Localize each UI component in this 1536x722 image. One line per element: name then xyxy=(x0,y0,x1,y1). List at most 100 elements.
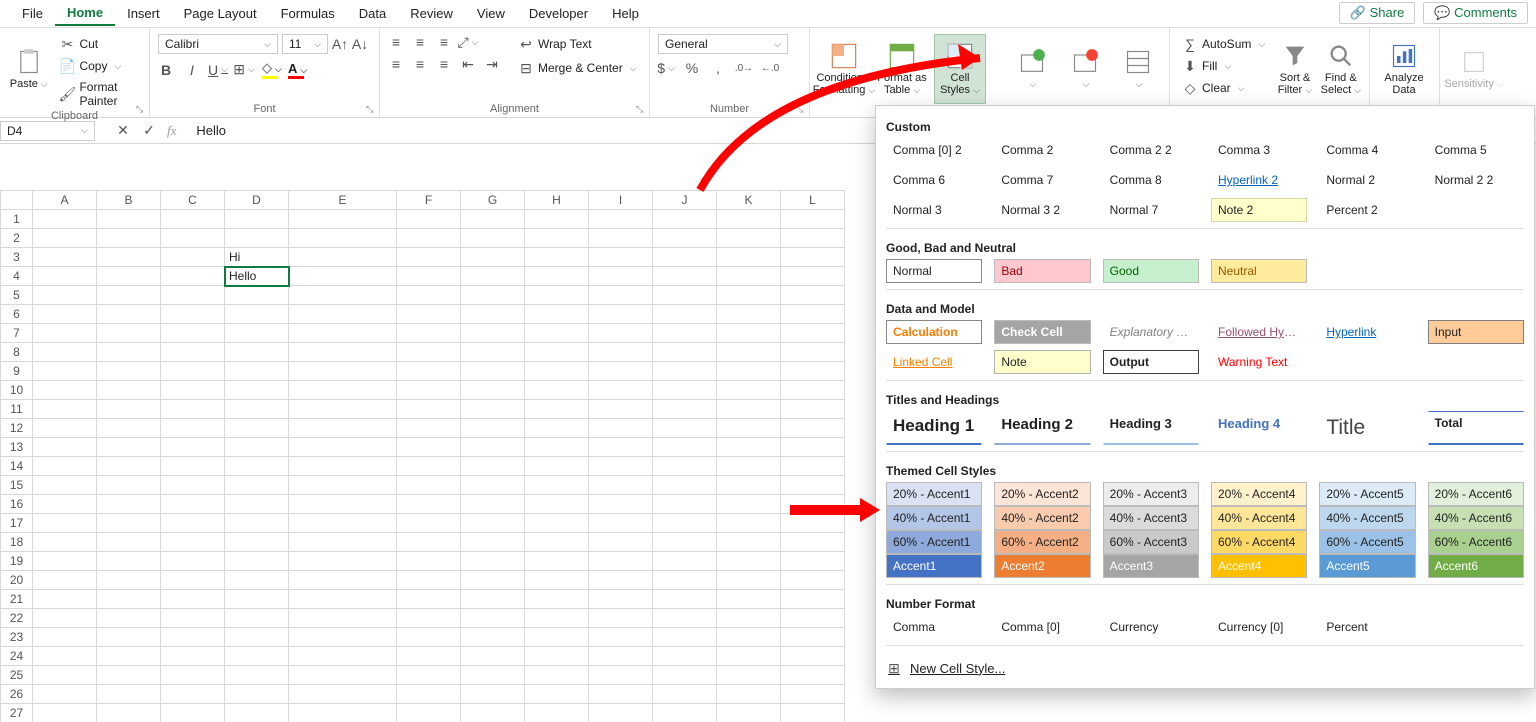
cell-A17[interactable] xyxy=(33,514,97,533)
cell-F11[interactable] xyxy=(397,400,461,419)
style-option[interactable]: Comma [0] xyxy=(994,615,1090,639)
row-header[interactable]: 9 xyxy=(1,362,33,381)
cell-L10[interactable] xyxy=(781,381,845,400)
row-header[interactable]: 6 xyxy=(1,305,33,324)
cell-E1[interactable] xyxy=(289,210,397,229)
cell-L9[interactable] xyxy=(781,362,845,381)
style-option[interactable]: 60% - Accent2 xyxy=(994,530,1090,554)
cell-G23[interactable] xyxy=(461,628,525,647)
percent-icon[interactable]: % xyxy=(684,60,700,76)
cell-H23[interactable] xyxy=(525,628,589,647)
cell-C12[interactable] xyxy=(161,419,225,438)
cell-D22[interactable] xyxy=(225,609,289,628)
style-option[interactable]: Normal 7 xyxy=(1103,198,1199,222)
fill-color-button[interactable]: ◇ xyxy=(262,60,278,79)
cell-A21[interactable] xyxy=(33,590,97,609)
cell-D11[interactable] xyxy=(225,400,289,419)
cell-C23[interactable] xyxy=(161,628,225,647)
row-header[interactable]: 3 xyxy=(1,248,33,267)
cell-A25[interactable] xyxy=(33,666,97,685)
cell-B27[interactable] xyxy=(97,704,161,722)
cell-H2[interactable] xyxy=(525,229,589,248)
cell-I1[interactable] xyxy=(589,210,653,229)
cell-G10[interactable] xyxy=(461,381,525,400)
style-option[interactable]: Hyperlink 2 xyxy=(1211,168,1307,192)
style-option[interactable]: Normal 3 xyxy=(886,198,982,222)
cell-G25[interactable] xyxy=(461,666,525,685)
cell-C4[interactable] xyxy=(161,267,225,286)
style-option[interactable]: Title xyxy=(1319,411,1415,445)
cell-G6[interactable] xyxy=(461,305,525,324)
cell-G7[interactable] xyxy=(461,324,525,343)
cell-L12[interactable] xyxy=(781,419,845,438)
format-as-table-button[interactable]: Format as Table xyxy=(876,34,928,104)
cell-L8[interactable] xyxy=(781,343,845,362)
cell-J26[interactable] xyxy=(653,685,717,704)
col-header[interactable]: B xyxy=(97,191,161,210)
cell-L25[interactable] xyxy=(781,666,845,685)
row-header[interactable]: 25 xyxy=(1,666,33,685)
cell-F20[interactable] xyxy=(397,571,461,590)
row-header[interactable]: 23 xyxy=(1,628,33,647)
formula-input[interactable] xyxy=(196,123,596,138)
cell-F19[interactable] xyxy=(397,552,461,571)
cell-K15[interactable] xyxy=(717,476,781,495)
cell-F23[interactable] xyxy=(397,628,461,647)
cell-J6[interactable] xyxy=(653,305,717,324)
cell-K4[interactable] xyxy=(717,267,781,286)
cell-K19[interactable] xyxy=(717,552,781,571)
style-option[interactable]: Linked Cell xyxy=(886,350,982,374)
col-header[interactable]: D xyxy=(225,191,289,210)
format-button[interactable] xyxy=(1114,34,1161,104)
style-option[interactable]: Comma 3 xyxy=(1211,138,1307,162)
bold-button[interactable]: B xyxy=(158,62,174,78)
align-middle-icon[interactable]: ≡ xyxy=(412,34,428,50)
cell-B11[interactable] xyxy=(97,400,161,419)
cell-K27[interactable] xyxy=(717,704,781,722)
cell-A19[interactable] xyxy=(33,552,97,571)
cell-J17[interactable] xyxy=(653,514,717,533)
font-size-select[interactable]: 11 xyxy=(282,34,328,54)
style-option[interactable]: 20% - Accent2 xyxy=(994,482,1090,506)
cell-B1[interactable] xyxy=(97,210,161,229)
style-option[interactable]: Neutral xyxy=(1211,259,1307,283)
cell-B10[interactable] xyxy=(97,381,161,400)
cell-E4[interactable] xyxy=(289,267,397,286)
cell-H20[interactable] xyxy=(525,571,589,590)
cell-H17[interactable] xyxy=(525,514,589,533)
cell-E26[interactable] xyxy=(289,685,397,704)
cell-H16[interactable] xyxy=(525,495,589,514)
style-option[interactable]: Heading 1 xyxy=(886,411,982,445)
cell-H8[interactable] xyxy=(525,343,589,362)
cell-J18[interactable] xyxy=(653,533,717,552)
style-option[interactable]: Explanatory T... xyxy=(1103,320,1199,344)
cell-I13[interactable] xyxy=(589,438,653,457)
row-header[interactable]: 27 xyxy=(1,704,33,722)
cell-D19[interactable] xyxy=(225,552,289,571)
menu-developer[interactable]: Developer xyxy=(517,2,600,25)
style-option[interactable]: Input xyxy=(1428,320,1524,344)
style-option[interactable]: Comma 6 xyxy=(886,168,982,192)
style-option[interactable]: Normal 2 2 xyxy=(1428,168,1524,192)
row-header[interactable]: 17 xyxy=(1,514,33,533)
comma-icon[interactable]: , xyxy=(710,60,726,76)
menu-help[interactable]: Help xyxy=(600,2,651,25)
borders-button[interactable]: ⊞ xyxy=(236,62,252,78)
cell-D4[interactable]: Hello xyxy=(225,267,289,286)
cell-E17[interactable] xyxy=(289,514,397,533)
col-header[interactable]: I xyxy=(589,191,653,210)
cell-B16[interactable] xyxy=(97,495,161,514)
cell-K14[interactable] xyxy=(717,457,781,476)
cell-I4[interactable] xyxy=(589,267,653,286)
cell-G1[interactable] xyxy=(461,210,525,229)
cell-C26[interactable] xyxy=(161,685,225,704)
cell-L18[interactable] xyxy=(781,533,845,552)
cell-K10[interactable] xyxy=(717,381,781,400)
cell-H11[interactable] xyxy=(525,400,589,419)
cell-F13[interactable] xyxy=(397,438,461,457)
orientation-icon[interactable]: ⤢ xyxy=(460,34,476,50)
cell-D18[interactable] xyxy=(225,533,289,552)
cell-I8[interactable] xyxy=(589,343,653,362)
italic-button[interactable]: I xyxy=(184,62,200,78)
find-select-button[interactable]: Find & Select xyxy=(1321,34,1361,104)
